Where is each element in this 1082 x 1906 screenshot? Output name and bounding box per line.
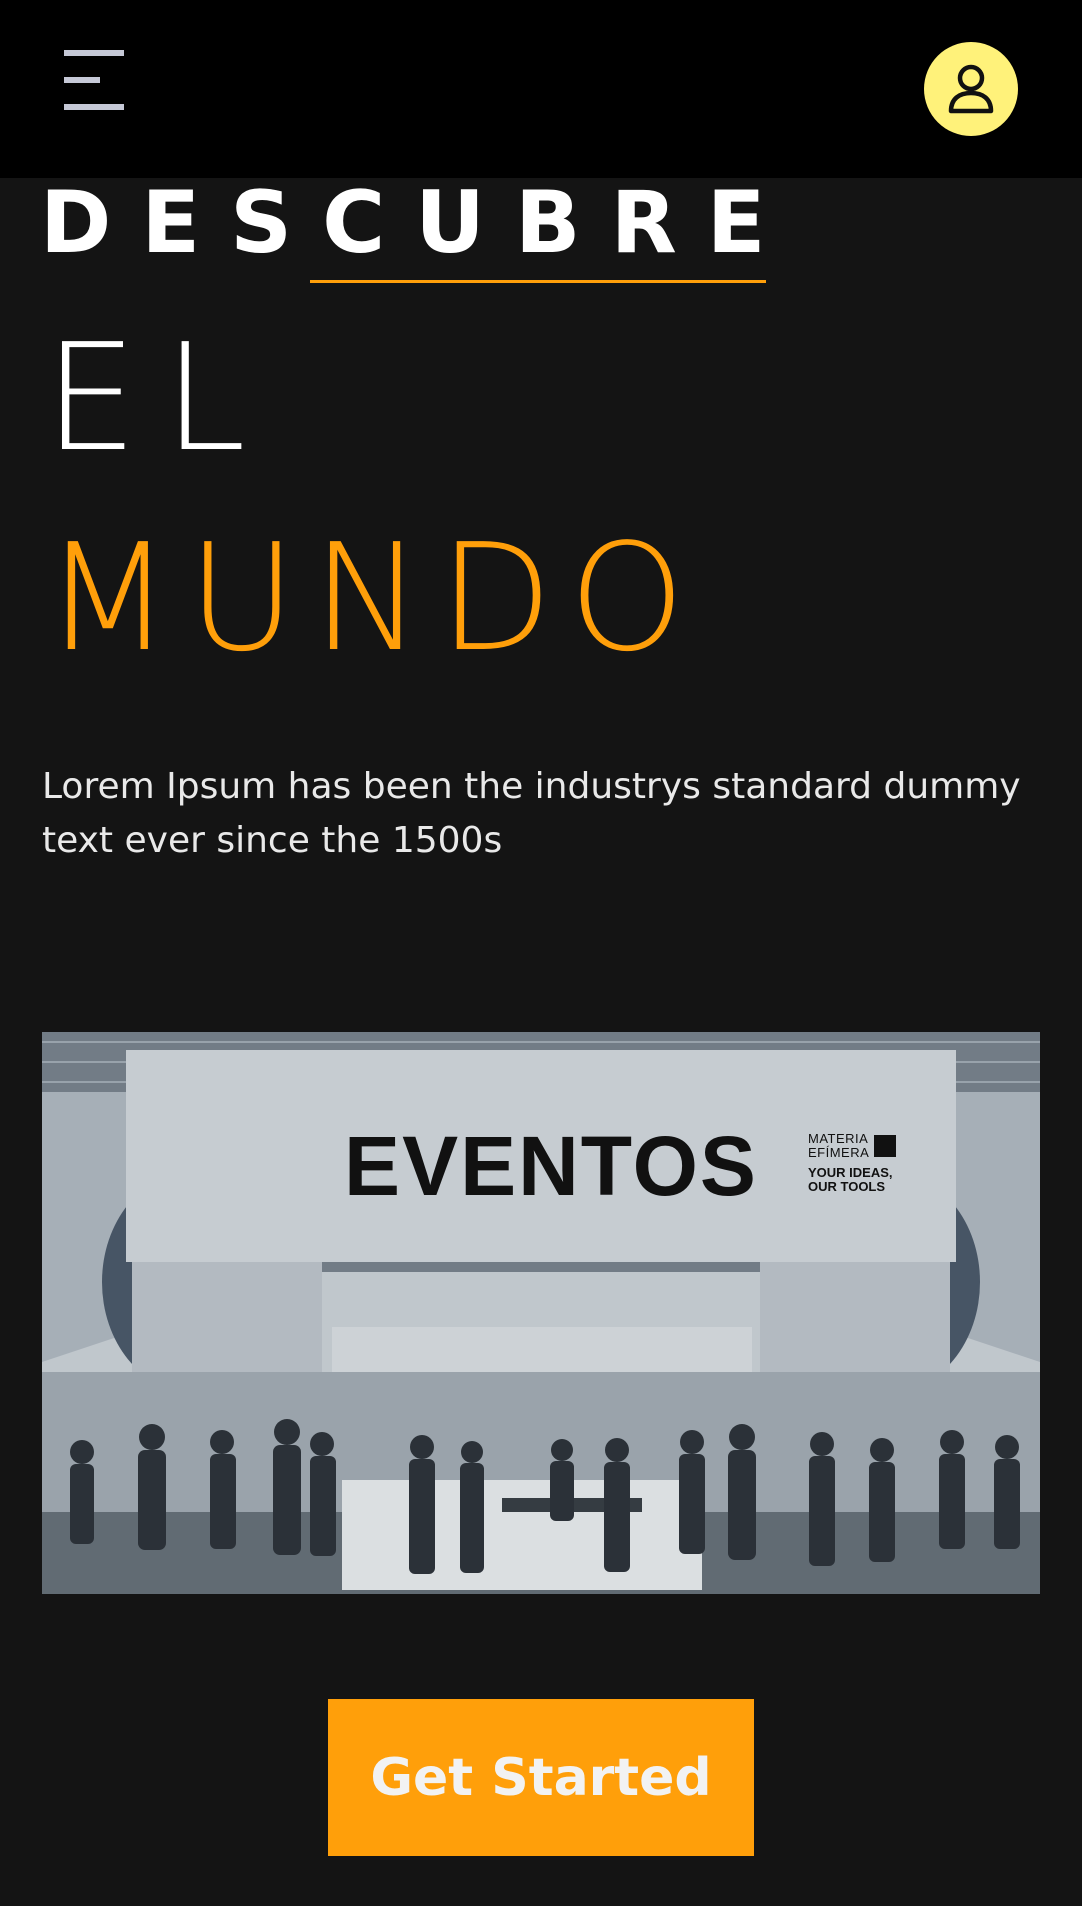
user-icon xyxy=(948,64,994,114)
hamburger-menu-icon xyxy=(64,50,124,110)
banner-brand-tagline: YOUR IDEAS, OUR TOOLS xyxy=(808,1165,893,1194)
event-banner-image: EVENTOS MATERIA EFÍMERA YOUR IDEAS, OUR … xyxy=(42,1032,1040,1594)
banner-brand-name: MATERIA EFÍMERA xyxy=(808,1131,870,1160)
hamburger-menu-button[interactable] xyxy=(64,48,136,114)
headline-descubre: DESCUBRE xyxy=(40,173,796,273)
headline-mundo: MUNDO xyxy=(44,512,702,684)
event-hall-illustration xyxy=(42,1032,1040,1594)
get-started-button[interactable]: Get Started xyxy=(328,1699,754,1856)
banner-brand: MATERIA EFÍMERA YOUR IDEAS, OUR TOOLS xyxy=(808,1132,938,1194)
hero-description: Lorem Ipsum has been the industrys stand… xyxy=(42,766,1021,861)
headline-el: EL xyxy=(44,312,272,484)
brand-logo-icon xyxy=(874,1135,896,1157)
headline-underline xyxy=(310,280,766,283)
profile-button[interactable] xyxy=(924,42,1018,136)
top-bar xyxy=(0,0,1082,178)
